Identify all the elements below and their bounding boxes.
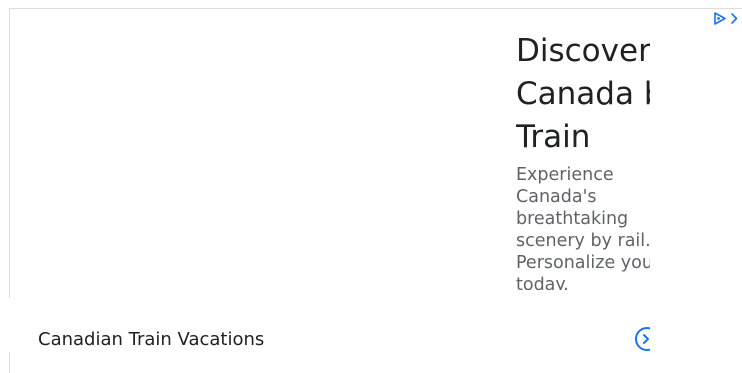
- ad-border-left: [9, 8, 10, 298]
- arrow-circle-icon: [634, 326, 650, 352]
- ad-description: Experience Canada's breathtaking scenery…: [516, 165, 650, 290]
- adchoices-badge[interactable]: [712, 8, 742, 28]
- cta-button[interactable]: [634, 326, 650, 352]
- ad-headline[interactable]: Discover Canada by Train: [516, 30, 650, 159]
- ad-copy[interactable]: Discover Canada by Train Experience Cana…: [516, 30, 650, 290]
- chevron-right-icon[interactable]: [729, 11, 739, 26]
- cta-area: [631, 326, 650, 352]
- ad-border-left-lower: [9, 352, 10, 373]
- adchoices-triangle-icon[interactable]: [712, 11, 727, 26]
- advertiser-name[interactable]: Canadian Train Vacations: [38, 328, 264, 352]
